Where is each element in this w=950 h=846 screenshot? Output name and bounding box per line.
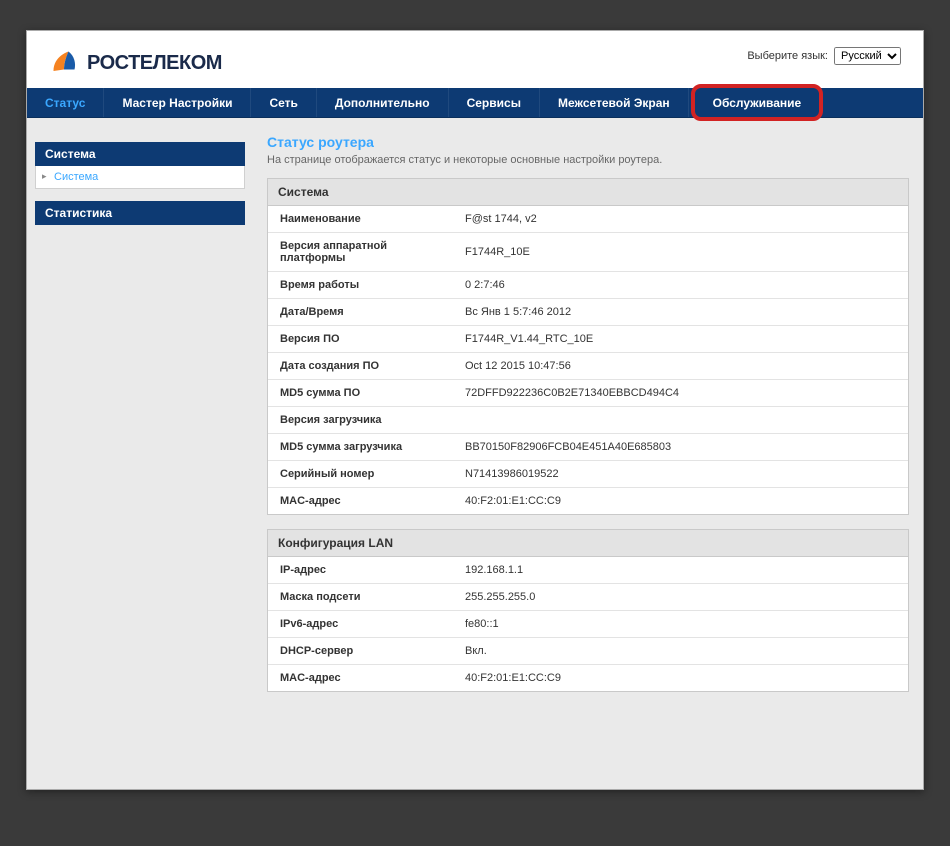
- lan-row-value: 40:F2:01:E1:CC:C9: [453, 665, 908, 692]
- nav-network[interactable]: Сеть: [251, 88, 316, 117]
- system-row-value: F@st 1744, v2: [453, 206, 908, 233]
- nav-advanced[interactable]: Дополнительно: [317, 88, 449, 117]
- lan-row-value: 255.255.255.0: [453, 584, 908, 611]
- system-row-value: N71413986019522: [453, 461, 908, 488]
- router-admin-page: РОСТЕЛЕКОМ Выберите язык: Русский Статус…: [26, 30, 924, 790]
- panel-lan-head: Конфигурация LAN: [268, 530, 908, 557]
- table-row: Версия аппаратной платформыF1744R_10E: [268, 233, 908, 272]
- table-row: Версия ПОF1744R_V1.44_RTC_10E: [268, 326, 908, 353]
- system-row-value: Вс Янв 1 5:7:46 2012: [453, 299, 908, 326]
- system-row-label: Время работы: [268, 272, 453, 299]
- system-row-value: 40:F2:01:E1:CC:C9: [453, 488, 908, 515]
- main-area: Статус роутера На странице отображается …: [253, 118, 923, 790]
- system-row-label: Версия аппаратной платформы: [268, 233, 453, 272]
- panel-system: Система НаименованиеF@st 1744, v2Версия …: [267, 178, 909, 515]
- system-row-label: Дата создания ПО: [268, 353, 453, 380]
- lan-row-value: Вкл.: [453, 638, 908, 665]
- content: Система Система Статистика Статус роутер…: [27, 118, 923, 790]
- sidebar-block-stats: Статистика: [35, 201, 245, 225]
- lan-row-value: fe80::1: [453, 611, 908, 638]
- nav-services[interactable]: Сервисы: [449, 88, 540, 117]
- system-row-label: MAC-адрес: [268, 488, 453, 515]
- panel-lan: Конфигурация LAN IP-адрес192.168.1.1Маск…: [267, 529, 909, 692]
- lan-row-label: DHCP-сервер: [268, 638, 453, 665]
- lan-row-label: Маска подсети: [268, 584, 453, 611]
- sidebar-header-stats[interactable]: Статистика: [35, 201, 245, 225]
- system-row-value: BB70150F82906FCB04E451A40E685803: [453, 434, 908, 461]
- system-row-label: Дата/Время: [268, 299, 453, 326]
- nav-maintenance[interactable]: Обслуживание: [691, 84, 824, 121]
- table-row: Маска подсети255.255.255.0: [268, 584, 908, 611]
- sidebar-block-system: Система Система: [35, 142, 245, 189]
- table-row: Дата создания ПОOct 12 2015 10:47:56: [268, 353, 908, 380]
- system-row-label: MD5 сумма ПО: [268, 380, 453, 407]
- main-nav: Статус Мастер Настройки Сеть Дополнитель…: [27, 88, 923, 118]
- table-row: Дата/ВремяВс Янв 1 5:7:46 2012: [268, 299, 908, 326]
- system-row-value: 72DFFD922236C0B2E71340EBBCD494C4: [453, 380, 908, 407]
- panel-system-head: Система: [268, 179, 908, 206]
- page-title: Статус роутера: [267, 134, 909, 150]
- table-row: Версия загрузчика: [268, 407, 908, 434]
- sidebar-header-system[interactable]: Система: [35, 142, 245, 166]
- lan-row-value: 192.168.1.1: [453, 557, 908, 584]
- table-row: MAC-адрес40:F2:01:E1:CC:C9: [268, 665, 908, 692]
- lang-dropdown[interactable]: Русский: [834, 47, 901, 65]
- system-row-label: Серийный номер: [268, 461, 453, 488]
- table-row: IPv6-адресfe80::1: [268, 611, 908, 638]
- panel-system-body: НаименованиеF@st 1744, v2Версия аппаратн…: [268, 206, 908, 514]
- page-subtitle: На странице отображается статус и некото…: [267, 154, 909, 166]
- table-row: IP-адрес192.168.1.1: [268, 557, 908, 584]
- lan-row-label: MAC-адрес: [268, 665, 453, 692]
- header: РОСТЕЛЕКОМ Выберите язык: Русский: [27, 31, 923, 88]
- logo: РОСТЕЛЕКОМ: [49, 47, 222, 80]
- lan-row-label: IP-адрес: [268, 557, 453, 584]
- table-row: MD5 сумма загрузчикаBB70150F82906FCB04E4…: [268, 434, 908, 461]
- rostelecom-logo-icon: [49, 47, 79, 80]
- table-row: Время работы0 2:7:46: [268, 272, 908, 299]
- language-selector: Выберите язык: Русский: [747, 47, 901, 65]
- table-row: MD5 сумма ПО72DFFD922236C0B2E71340EBBCD4…: [268, 380, 908, 407]
- nav-wizard[interactable]: Мастер Настройки: [104, 88, 251, 117]
- system-row-label: Версия загрузчика: [268, 407, 453, 434]
- system-row-value: F1744R_10E: [453, 233, 908, 272]
- brand-text: РОСТЕЛЕКОМ: [87, 52, 222, 75]
- table-row: DHCP-серверВкл.: [268, 638, 908, 665]
- system-row-label: MD5 сумма загрузчика: [268, 434, 453, 461]
- lang-label: Выберите язык:: [747, 50, 828, 62]
- system-row-value: 0 2:7:46: [453, 272, 908, 299]
- nav-status[interactable]: Статус: [27, 88, 104, 117]
- system-row-value: [453, 407, 908, 434]
- system-row-value: F1744R_V1.44_RTC_10E: [453, 326, 908, 353]
- table-row: НаименованиеF@st 1744, v2: [268, 206, 908, 233]
- system-row-label: Наименование: [268, 206, 453, 233]
- sidebar: Система Система Статистика: [27, 118, 253, 790]
- system-table: НаименованиеF@st 1744, v2Версия аппаратн…: [268, 206, 908, 514]
- panel-lan-body: IP-адрес192.168.1.1Маска подсети255.255.…: [268, 557, 908, 691]
- lan-row-label: IPv6-адрес: [268, 611, 453, 638]
- system-row-label: Версия ПО: [268, 326, 453, 353]
- table-row: Серийный номерN71413986019522: [268, 461, 908, 488]
- table-row: MAC-адрес40:F2:01:E1:CC:C9: [268, 488, 908, 515]
- nav-firewall[interactable]: Межсетевой Экран: [540, 88, 689, 117]
- system-row-value: Oct 12 2015 10:47:56: [453, 353, 908, 380]
- lan-table: IP-адрес192.168.1.1Маска подсети255.255.…: [268, 557, 908, 691]
- sidebar-item-system[interactable]: Система: [35, 166, 245, 189]
